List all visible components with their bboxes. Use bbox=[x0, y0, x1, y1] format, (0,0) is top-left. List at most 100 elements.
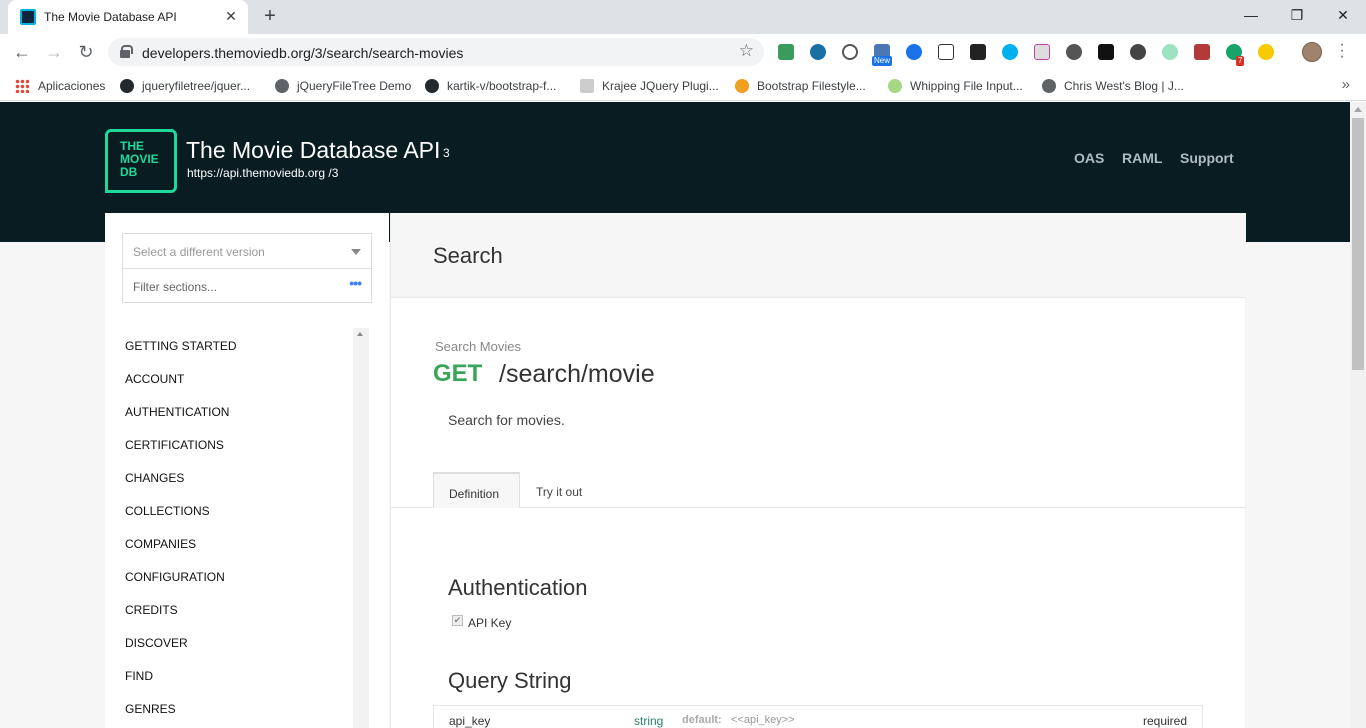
github-icon bbox=[120, 79, 134, 93]
sidebar-item-account[interactable]: ACCOUNT bbox=[125, 372, 184, 386]
api-base-url: https://api.themoviedb.org /3 bbox=[187, 166, 339, 180]
extension-icon[interactable] bbox=[1098, 44, 1114, 60]
bookmark-item[interactable]: Bootstrap Filestyle... bbox=[735, 77, 866, 95]
nav-link-oas[interactable]: OAS bbox=[1074, 150, 1104, 166]
sidebar: Select a different version Filter sectio… bbox=[105, 213, 389, 728]
extension-icon[interactable] bbox=[1034, 44, 1050, 60]
param-type: string bbox=[634, 714, 664, 728]
tab-definition[interactable]: Definition bbox=[433, 472, 520, 508]
filter-input[interactable]: Filter sections... ••• bbox=[122, 268, 372, 303]
bookmark-item[interactable]: Whipping File Input... bbox=[888, 77, 1023, 95]
authentication-heading: Authentication bbox=[448, 575, 588, 600]
apps-grid-icon bbox=[15, 79, 29, 93]
filestyle-icon bbox=[735, 79, 749, 93]
bookmark-item[interactable]: Chris West's Blog | J... bbox=[1042, 77, 1184, 95]
maximize-button[interactable]: ❐ bbox=[1274, 4, 1320, 28]
bookmarks-more-icon[interactable]: » bbox=[1342, 76, 1350, 93]
sidebar-item-authentication[interactable]: AUTHENTICATION bbox=[125, 405, 229, 419]
extension-icon[interactable] bbox=[810, 44, 826, 60]
tmdb-logo[interactable]: THE MOVIE DB bbox=[105, 129, 177, 193]
extension-icon[interactable] bbox=[1258, 44, 1274, 60]
sidebar-item-genres[interactable]: GENRES bbox=[125, 702, 176, 716]
scroll-up-icon[interactable] bbox=[1354, 107, 1362, 112]
version-select-placeholder: Select a different version bbox=[133, 245, 265, 259]
extension-icon[interactable] bbox=[778, 44, 794, 60]
url-text[interactable]: developers.themoviedb.org/3/search/searc… bbox=[142, 45, 463, 61]
extension-icon[interactable] bbox=[1162, 44, 1178, 60]
endpoint-description: Search for movies. bbox=[448, 412, 565, 428]
param-default: <<api_key>> bbox=[731, 714, 795, 726]
bookmark-item[interactable]: Krajee JQuery Plugi... bbox=[580, 77, 719, 95]
param-name: api_key bbox=[449, 714, 491, 728]
close-window-button[interactable]: ✕ bbox=[1320, 4, 1366, 28]
reload-button[interactable]: ↻ bbox=[74, 40, 98, 64]
extension-icon[interactable] bbox=[842, 44, 858, 60]
sidebar-item-find[interactable]: FIND bbox=[125, 669, 153, 683]
http-method: GET bbox=[433, 360, 483, 387]
pdf-icon[interactable] bbox=[1194, 44, 1210, 60]
lock-icon[interactable] bbox=[120, 45, 133, 58]
address-bar[interactable]: developers.themoviedb.org/3/search/searc… bbox=[108, 38, 764, 66]
browser-titlebar: The Movie Database API ✕ + — ❐ ✕ bbox=[0, 0, 1366, 34]
extension-icon[interactable] bbox=[938, 44, 954, 60]
sidebar-item-credits[interactable]: CREDITS bbox=[125, 603, 178, 617]
scrollbar-thumb[interactable] bbox=[1352, 118, 1364, 370]
filter-placeholder: Filter sections... bbox=[133, 280, 218, 294]
browser-tab[interactable]: The Movie Database API ✕ bbox=[8, 0, 248, 34]
new-tab-button[interactable]: + bbox=[258, 5, 282, 29]
sidebar-item-companies[interactable]: COMPANIES bbox=[125, 537, 196, 551]
page-scrollbar[interactable] bbox=[1350, 102, 1366, 728]
scroll-up-icon[interactable] bbox=[357, 332, 363, 336]
extension-new-badge: New bbox=[872, 56, 893, 66]
extension-icon[interactable] bbox=[1066, 44, 1082, 60]
bookmark-label: Chris West's Blog | J... bbox=[1064, 79, 1184, 93]
table-row: api_key string default: <<api_key>> requ… bbox=[433, 705, 1203, 728]
endpoint-name: Search Movies bbox=[435, 339, 521, 354]
bookmark-item[interactable]: jQueryFileTree Demo bbox=[275, 77, 411, 95]
tab-close-icon[interactable]: ✕ bbox=[222, 7, 240, 25]
logo-text: THE MOVIE DB bbox=[120, 139, 159, 179]
globe-icon bbox=[275, 79, 289, 93]
globe-icon bbox=[1042, 79, 1056, 93]
bookmark-item[interactable]: kartik-v/bootstrap-f... bbox=[425, 77, 556, 95]
forward-button[interactable]: → bbox=[42, 40, 66, 64]
sidebar-item-discover[interactable]: DISCOVER bbox=[125, 636, 188, 650]
extension-icon[interactable] bbox=[906, 44, 922, 60]
sidebar-item-changes[interactable]: CHANGES bbox=[125, 471, 184, 485]
tab-definition-label: Definition bbox=[449, 487, 500, 501]
sidebar-item-collections[interactable]: COLLECTIONS bbox=[125, 504, 210, 518]
extension-icon[interactable] bbox=[1130, 44, 1146, 60]
api-title[interactable]: The Movie Database API bbox=[186, 137, 440, 164]
sidebar-item-getting-started[interactable]: GETTING STARTED bbox=[125, 339, 237, 353]
query-string-heading: Query String bbox=[448, 668, 572, 693]
bookmark-label: jQueryFileTree Demo bbox=[297, 79, 412, 93]
api-key-label: API Key bbox=[468, 616, 512, 630]
nav-link-raml[interactable]: RAML bbox=[1122, 150, 1162, 166]
profile-avatar[interactable] bbox=[1302, 42, 1322, 62]
api-version: 3 bbox=[443, 146, 450, 160]
browser-toolbar: ← → ↻ developers.themoviedb.org/3/search… bbox=[0, 34, 1366, 70]
bookmarks-bar: Aplicaciones jqueryfiletree/jquer... jQu… bbox=[0, 70, 1366, 101]
bookmark-star-icon[interactable]: ☆ bbox=[739, 41, 754, 61]
endpoint-path: /search/movie bbox=[499, 360, 655, 388]
terminal-icon[interactable] bbox=[970, 44, 986, 60]
sidebar-item-certifications[interactable]: CERTIFICATIONS bbox=[125, 438, 224, 452]
bookmark-label: Aplicaciones bbox=[38, 79, 106, 93]
back-button[interactable]: ← bbox=[10, 40, 34, 64]
skype-icon[interactable] bbox=[1002, 44, 1018, 60]
section-header: Search bbox=[391, 213, 1246, 298]
browser-menu-icon[interactable]: · · · bbox=[1336, 37, 1348, 65]
sidebar-scrollbar[interactable] bbox=[353, 328, 369, 728]
more-options-icon[interactable]: ••• bbox=[349, 275, 362, 291]
api-key-checkbox[interactable]: ✔ bbox=[452, 615, 463, 626]
bookmark-item[interactable]: Aplicaciones bbox=[15, 77, 105, 95]
extension-count-badge: 7 bbox=[1236, 56, 1245, 66]
minimize-button[interactable]: — bbox=[1228, 4, 1274, 28]
sidebar-item-configuration[interactable]: CONFIGURATION bbox=[125, 570, 225, 584]
bookmark-item[interactable]: jqueryfiletree/jquer... bbox=[120, 77, 250, 95]
nav-link-support[interactable]: Support bbox=[1180, 150, 1234, 166]
version-select[interactable]: Select a different version bbox=[122, 233, 372, 269]
bookmark-label: jqueryfiletree/jquer... bbox=[142, 79, 251, 93]
tab-try-it-out[interactable]: Try it out bbox=[536, 485, 582, 499]
param-default-label: default: bbox=[682, 714, 722, 726]
